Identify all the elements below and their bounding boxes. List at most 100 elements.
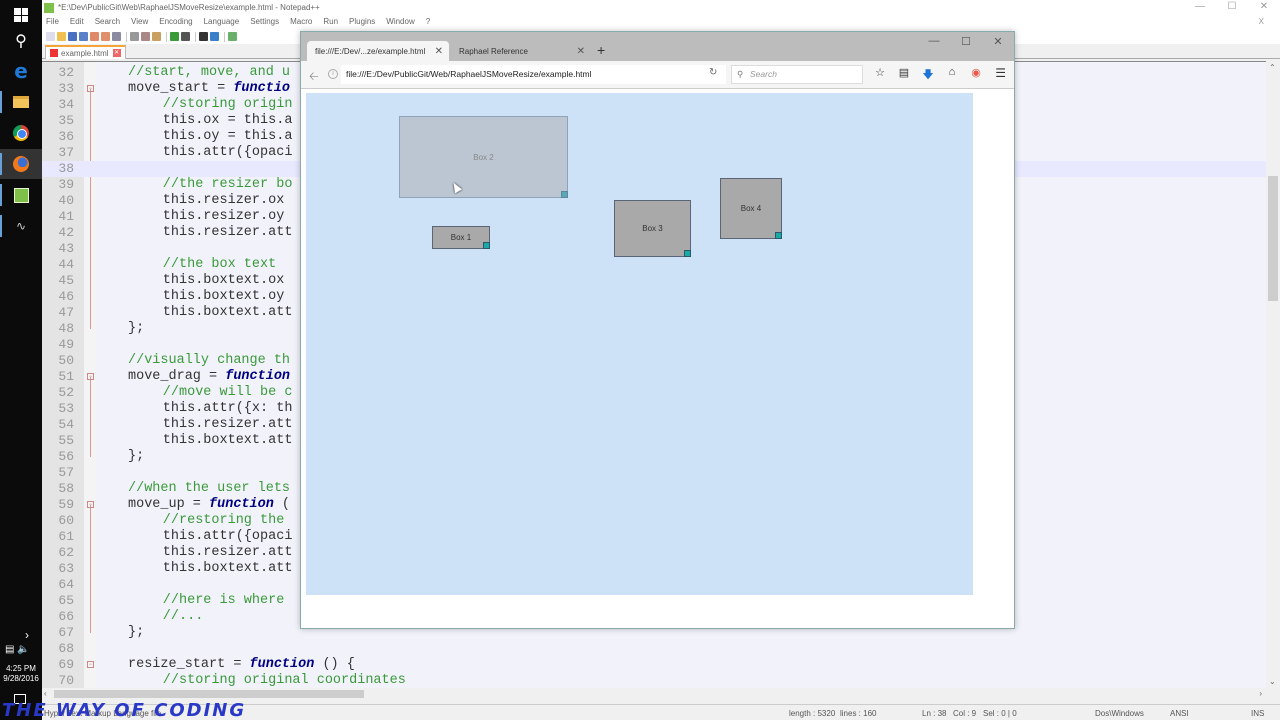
paste-icon[interactable] bbox=[152, 32, 161, 41]
resize-handle[interactable] bbox=[561, 191, 568, 198]
menu-run[interactable]: Run bbox=[323, 15, 338, 29]
horizontal-scrollbar[interactable]: ‹ › bbox=[42, 688, 1266, 700]
tab-close-icon[interactable]: ✕ bbox=[435, 46, 443, 57]
box-1[interactable]: Box 1 bbox=[432, 226, 490, 249]
redo-icon[interactable] bbox=[181, 32, 190, 41]
vertical-scrollbar[interactable]: ⌃ ⌄ bbox=[1266, 61, 1280, 688]
cut-icon[interactable] bbox=[130, 32, 139, 41]
hamburger-menu-icon[interactable]: ☰ bbox=[995, 66, 1006, 80]
code-token: ( bbox=[273, 497, 291, 512]
copy-icon[interactable] bbox=[141, 32, 150, 41]
pocket-icon[interactable]: ◉ bbox=[969, 66, 983, 85]
code-token: this.boxtext.oy bbox=[162, 289, 293, 304]
new-tab-button[interactable]: + bbox=[597, 42, 605, 58]
box-3[interactable]: Box 3 bbox=[614, 200, 691, 257]
save-all-icon[interactable] bbox=[79, 32, 88, 41]
code-token: move_start = bbox=[128, 81, 234, 96]
code-line[interactable]: 68 bbox=[42, 641, 1266, 657]
scroll-down-icon[interactable]: ⌄ bbox=[1269, 677, 1276, 686]
code-text: this.resizer.att bbox=[163, 225, 293, 241]
menu-edit[interactable]: Edit bbox=[70, 15, 84, 29]
close-all-icon[interactable] bbox=[101, 32, 110, 41]
tab-close-icon[interactable]: ✕ bbox=[577, 46, 585, 57]
line-number: 33 bbox=[58, 81, 74, 96]
menu-macro[interactable]: Macro bbox=[290, 15, 312, 29]
resize-handle[interactable] bbox=[483, 242, 490, 249]
undo-icon[interactable] bbox=[170, 32, 179, 41]
menu-search[interactable]: Search bbox=[95, 15, 120, 29]
find-icon[interactable] bbox=[199, 32, 208, 41]
box-4[interactable]: Box 4 bbox=[720, 178, 782, 239]
url-bar[interactable]: file:///E:/Dev/PublicGit/Web/RaphaelJSMo… bbox=[341, 65, 726, 84]
clock-date[interactable]: 9/28/2016 bbox=[0, 674, 42, 683]
scroll-left-icon[interactable]: ‹ bbox=[44, 689, 47, 698]
new-file-icon[interactable] bbox=[46, 32, 55, 41]
search-box[interactable]: ⚲ Search bbox=[731, 65, 863, 84]
code-line[interactable]: 70 //storing original coordinates bbox=[42, 673, 1266, 688]
raphael-canvas[interactable]: Box 2 Box 1 Box 3 Box 4 bbox=[306, 93, 973, 595]
clock-time[interactable]: 4:25 PM bbox=[0, 664, 42, 673]
code-text: //the box text bbox=[163, 257, 276, 273]
fold-toggle-icon[interactable]: − bbox=[87, 501, 94, 508]
browser-tab-raphael-reference[interactable]: Raphael Reference ✕ bbox=[451, 41, 591, 61]
fold-toggle-icon[interactable]: − bbox=[87, 373, 94, 380]
fold-toggle-icon[interactable]: − bbox=[87, 661, 94, 668]
minimize-button[interactable]: — bbox=[918, 35, 950, 48]
code-text: resize_start = function () { bbox=[128, 657, 355, 673]
code-token: move_drag = bbox=[128, 369, 226, 384]
scroll-up-icon[interactable]: ⌃ bbox=[1269, 63, 1276, 72]
reload-icon[interactable]: ↻ bbox=[709, 67, 717, 78]
firefox-icon[interactable] bbox=[0, 149, 42, 179]
minimize-button[interactable]: — bbox=[1184, 0, 1216, 14]
open-file-icon[interactable] bbox=[57, 32, 66, 41]
save-icon[interactable] bbox=[68, 32, 77, 41]
chrome-icon[interactable] bbox=[0, 118, 42, 148]
close-document-button[interactable]: X bbox=[1259, 15, 1264, 29]
menu-settings[interactable]: Settings bbox=[250, 15, 279, 29]
close-button[interactable]: ✕ bbox=[1248, 0, 1280, 14]
notepad-app-icon bbox=[44, 2, 54, 13]
box-2[interactable]: Box 2 bbox=[399, 116, 568, 198]
search-icon[interactable]: ⚲ bbox=[0, 26, 42, 56]
menu-file[interactable]: File bbox=[46, 15, 59, 29]
tab-close-icon[interactable]: ✕ bbox=[112, 49, 121, 57]
code-line[interactable]: 69 − resize_start = function () { bbox=[42, 657, 1266, 673]
network-volume-icon[interactable]: ▤ 🔈 bbox=[5, 644, 30, 655]
vertical-scroll-thumb[interactable] bbox=[1268, 176, 1278, 301]
bookmark-star-icon[interactable]: ☆ bbox=[873, 66, 887, 85]
code-text: //move will be c bbox=[163, 385, 293, 401]
menu-view[interactable]: View bbox=[131, 15, 148, 29]
close-file-icon[interactable] bbox=[90, 32, 99, 41]
site-info-icon[interactable]: i bbox=[328, 69, 338, 79]
file-explorer-icon[interactable] bbox=[0, 87, 42, 117]
replace-icon[interactable] bbox=[210, 32, 219, 41]
back-arrow-icon[interactable]: 🡠 bbox=[309, 67, 319, 88]
zoom-in-icon[interactable] bbox=[228, 32, 237, 41]
resize-handle[interactable] bbox=[775, 232, 782, 239]
tab-example-html[interactable]: example.html ✕ bbox=[45, 45, 126, 59]
close-button[interactable]: ✕ bbox=[982, 35, 1014, 48]
menu-help[interactable]: ? bbox=[426, 15, 430, 29]
fold-toggle-icon[interactable]: − bbox=[87, 85, 94, 92]
downloads-icon[interactable]: 🡇 bbox=[921, 66, 935, 85]
print-icon[interactable] bbox=[112, 32, 121, 41]
reading-list-icon[interactable]: ▤ bbox=[897, 66, 911, 85]
home-icon[interactable]: ⌂ bbox=[945, 66, 959, 85]
maximize-button[interactable]: ☐ bbox=[950, 35, 982, 48]
edge-icon[interactable]: e bbox=[0, 56, 42, 86]
resize-handle[interactable] bbox=[684, 250, 691, 257]
notepad-plus-plus-icon[interactable] bbox=[0, 180, 42, 210]
menu-plugins[interactable]: Plugins bbox=[349, 15, 375, 29]
browser-tab-example[interactable]: file:///E:/Dev/...ze/example.html ✕ bbox=[307, 41, 449, 61]
line-number: 41 bbox=[58, 209, 74, 224]
show-hidden-icons-icon[interactable]: › bbox=[25, 628, 29, 642]
menu-encoding[interactable]: Encoding bbox=[159, 15, 192, 29]
menu-window[interactable]: Window bbox=[386, 15, 414, 29]
horizontal-scroll-thumb[interactable] bbox=[54, 690, 364, 698]
status-selection: Sel : 0 | 0 bbox=[983, 709, 1017, 718]
menu-language[interactable]: Language bbox=[204, 15, 240, 29]
scroll-right-icon[interactable]: › bbox=[1259, 689, 1262, 698]
code-comment: //storing origin bbox=[162, 97, 293, 112]
maximize-button[interactable]: ☐ bbox=[1216, 0, 1248, 14]
cmd-tool-icon[interactable]: ∿ bbox=[0, 211, 42, 241]
